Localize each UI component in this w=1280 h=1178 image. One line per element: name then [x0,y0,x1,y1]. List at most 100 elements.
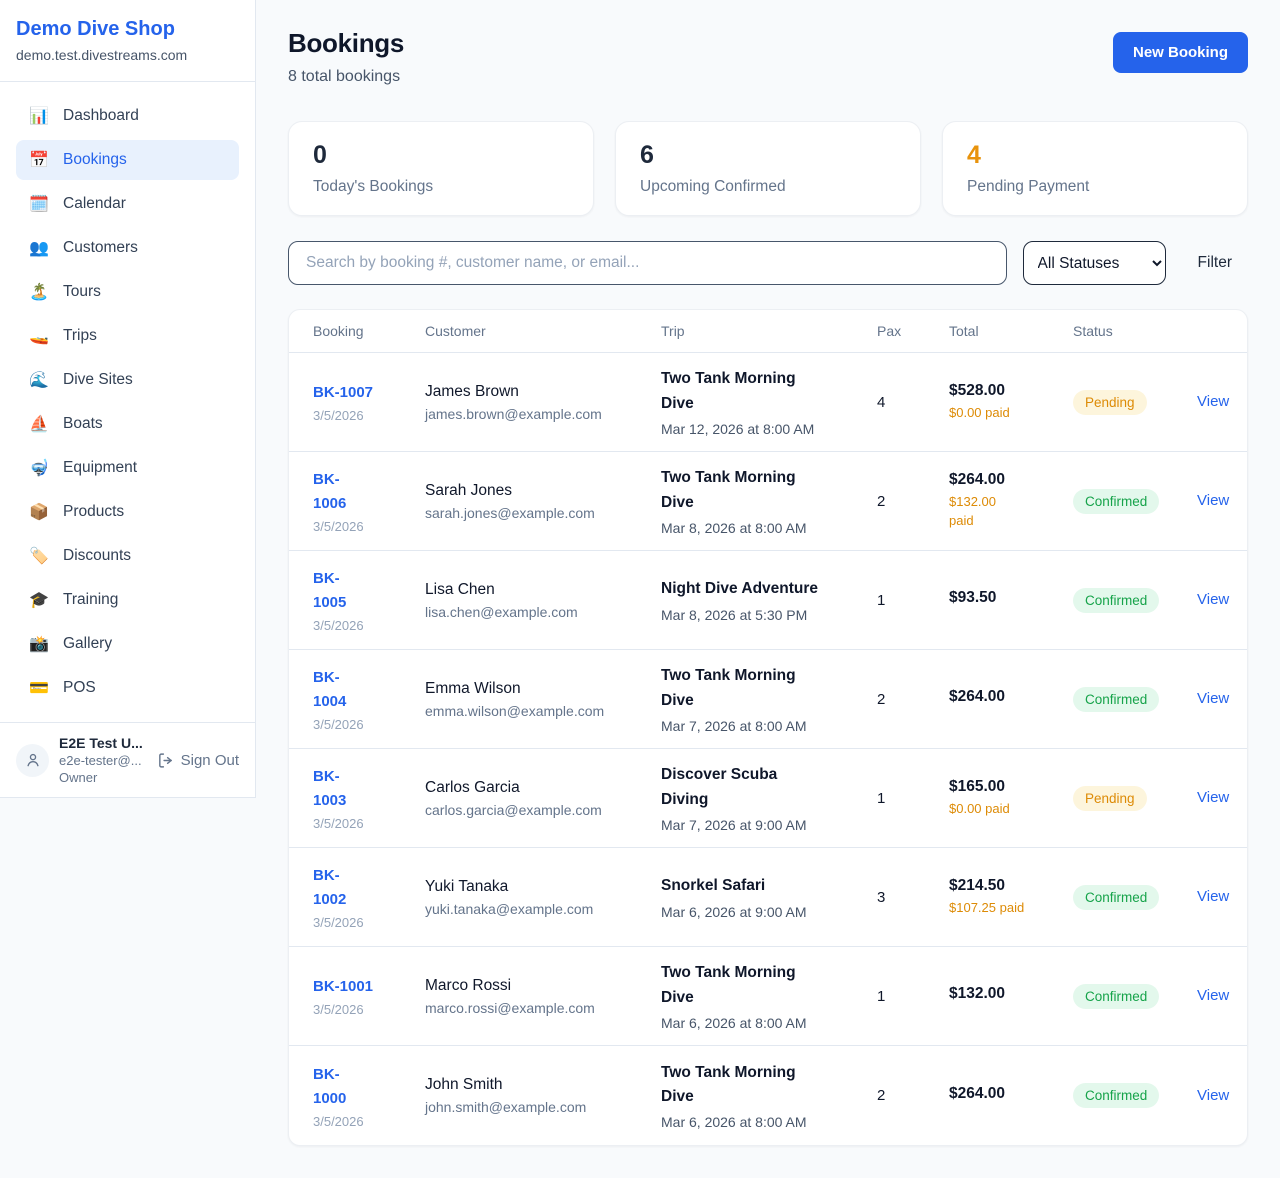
trip-name: Night Dive Adventure [661,577,877,601]
customer-name: James Brown [425,383,661,401]
total-amount: $528.00 [949,382,1073,400]
trip-datetime: Mar 7, 2026 at 8:00 AM [661,718,877,734]
sidebar-item-customers[interactable]: 👥 Customers [16,228,239,268]
sidebar-item-trips[interactable]: 🚤 Trips [16,316,239,356]
view-link[interactable]: View [1197,789,1229,806]
booking-date: 3/5/2026 [313,717,425,732]
status-badge: Confirmed [1073,489,1159,514]
sidebar-item-pos[interactable]: 💳 POS [16,668,239,708]
status-cell: Confirmed [1073,885,1197,910]
sidebar-item-label: Tours [63,283,101,301]
sidebar-item-label: Customers [63,239,138,257]
paid-amount: $107.25 paid [949,899,1073,918]
sidebar-item-dashboard[interactable]: 📊 Dashboard [16,96,239,136]
customer-email: yuki.tanaka@example.com [425,901,661,917]
main-content: Bookings 8 total bookings New Booking 0 … [256,0,1280,1178]
camera-icon: 📸 [28,634,50,654]
status-cell: Confirmed [1073,489,1197,514]
total-cell: $264.00 $132.00 paid [949,471,1073,531]
booking-id-link[interactable]: BK- 1006 [313,468,346,516]
customer-email: marco.rossi@example.com [425,1000,661,1016]
status-badge: Confirmed [1073,687,1159,712]
booking-date: 3/5/2026 [313,816,425,831]
sign-out-button[interactable]: Sign Out [157,752,239,769]
customer-name: Sarah Jones [425,482,661,500]
total-cell: $93.50 [949,589,1073,611]
trip-cell: Two Tank Morning Dive Mar 6, 2026 at 8:0… [661,961,877,1030]
status-cell: Pending [1073,390,1197,415]
sidebar-item-label: Trips [63,327,97,345]
trip-name: Two Tank Morning Dive [661,664,877,712]
booking-id-link[interactable]: BK- 1003 [313,765,346,813]
stat-value: 4 [967,141,1223,170]
paid-amount: $0.00 paid [949,404,1073,423]
booking-id-link[interactable]: BK- 1004 [313,666,346,714]
bookings-table: Booking Customer Trip Pax Total Status B… [288,309,1248,1146]
credit-card-icon: 💳 [28,678,50,698]
total-cell: $264.00 [949,688,1073,710]
new-booking-button[interactable]: New Booking [1113,32,1248,73]
sidebar-item-training[interactable]: 🎓 Training [16,580,239,620]
customer-name: Emma Wilson [425,680,661,698]
booking-cell: BK-1001 3/5/2026 [313,975,425,1017]
view-link[interactable]: View [1197,591,1229,608]
bookings-calendar-icon: 📅 [28,150,50,170]
table-row: BK- 1003 3/5/2026 Carlos Garcia carlos.g… [289,749,1247,848]
status-badge: Pending [1073,390,1147,415]
search-input[interactable] [288,241,1007,285]
total-amount: $264.00 [949,1085,1073,1103]
view-link[interactable]: View [1197,690,1229,707]
total-cell: $132.00 [949,985,1073,1007]
trip-datetime: Mar 8, 2026 at 5:30 PM [661,607,877,623]
pax-count: 1 [877,592,949,609]
sidebar-item-products[interactable]: 📦 Products [16,492,239,532]
person-icon [24,751,42,769]
sidebar-item-bookings[interactable]: 📅 Bookings [16,140,239,180]
brand-domain: demo.test.divestreams.com [16,47,239,63]
customer-name: John Smith [425,1076,661,1094]
page-header-text: Bookings 8 total bookings [288,28,404,86]
sidebar: Demo Dive Shop demo.test.divestreams.com… [0,0,256,798]
sidebar-item-discounts[interactable]: 🏷️ Discounts [16,536,239,576]
booking-id-link[interactable]: BK- 1005 [313,567,346,615]
column-header-booking: Booking [313,323,425,339]
customer-email: james.brown@example.com [425,406,661,422]
table-row: BK- 1005 3/5/2026 Lisa Chen lisa.chen@ex… [289,551,1247,650]
customer-cell: Sarah Jones sarah.jones@example.com [425,482,661,521]
total-cell: $528.00 $0.00 paid [949,382,1073,423]
trip-cell: Discover Scuba Diving Mar 7, 2026 at 9:0… [661,763,877,832]
actions-cell: View [1197,591,1229,609]
avatar [16,744,49,777]
filter-button[interactable]: Filter [1182,254,1248,272]
actions-cell: View [1197,393,1229,411]
booking-id-link[interactable]: BK- 1000 [313,1063,346,1111]
paid-amount: $132.00 paid [949,493,1073,531]
view-link[interactable]: View [1197,888,1229,905]
sidebar-item-boats[interactable]: ⛵ Boats [16,404,239,444]
sidebar-item-equipment[interactable]: 🤿 Equipment [16,448,239,488]
trip-datetime: Mar 12, 2026 at 8:00 AM [661,421,877,437]
booking-date: 3/5/2026 [313,519,425,534]
trip-cell: Two Tank Morning Dive Mar 6, 2026 at 8:0… [661,1061,877,1130]
view-link[interactable]: View [1197,492,1229,509]
sidebar-item-label: Dive Sites [63,371,133,389]
sidebar-item-gallery[interactable]: 📸 Gallery [16,624,239,664]
sidebar-item-dive-sites[interactable]: 🌊 Dive Sites [16,360,239,400]
actions-cell: View [1197,987,1229,1005]
customer-cell: James Brown james.brown@example.com [425,383,661,422]
view-link[interactable]: View [1197,1087,1229,1104]
sign-out-label: Sign Out [181,752,239,769]
trip-name: Two Tank Morning Dive [661,466,877,514]
sidebar-item-calendar[interactable]: 🗓️ Calendar [16,184,239,224]
stats-row: 0 Today's Bookings 6 Upcoming Confirmed … [288,121,1248,216]
booking-cell: BK- 1004 3/5/2026 [313,666,425,732]
view-link[interactable]: View [1197,393,1229,410]
total-amount: $132.00 [949,985,1073,1003]
booking-id-link[interactable]: BK-1007 [313,381,373,405]
sidebar-item-tours[interactable]: 🏝️ Tours [16,272,239,312]
status-filter-select[interactable]: All Statuses [1023,241,1166,285]
view-link[interactable]: View [1197,987,1229,1004]
booking-id-link[interactable]: BK-1001 [313,975,373,999]
booking-id-link[interactable]: BK- 1002 [313,864,346,912]
status-badge: Confirmed [1073,1083,1159,1108]
